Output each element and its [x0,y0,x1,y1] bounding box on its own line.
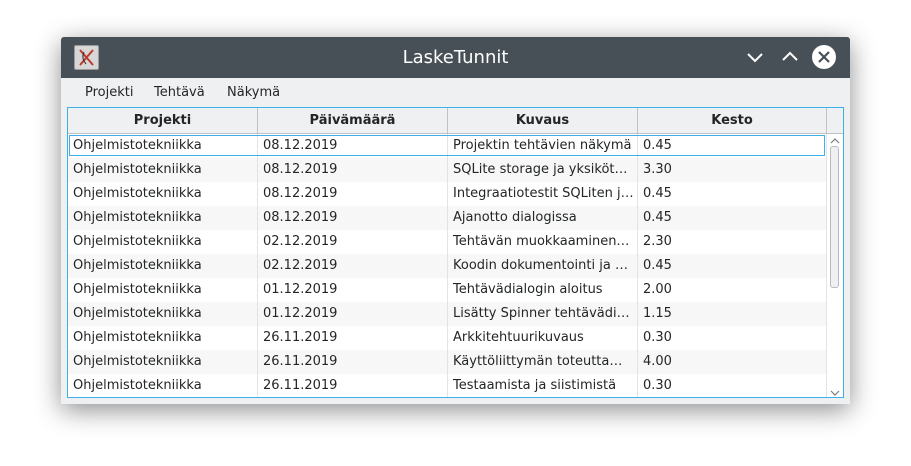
menu-tehtava[interactable]: Tehtävä [154,78,205,106]
cell-projekti[interactable]: Ohjelmistotekniikka [68,350,258,374]
cell-paivamaara[interactable]: 01.12.2019 [258,302,448,326]
table-row[interactable]: Ohjelmistotekniikka 02.12.2019 Tehtävän mu… [68,230,827,254]
scroll-up-icon[interactable] [829,136,841,146]
cell-kuvaus[interactable]: Integraatiotestit SQLiten j… [448,182,638,206]
minimize-button[interactable] [743,45,767,69]
table-row[interactable]: Ohjelmistotekniikka 08.12.2019 Projektin t… [68,134,827,158]
cell-kesto[interactable]: 0.45 [638,182,827,206]
cell-kesto[interactable]: 0.30 [638,374,827,397]
cell-projekti[interactable]: Ohjelmistotekniikka [68,374,258,397]
column-header-kuvaus[interactable]: Kuvaus [448,108,638,133]
title-bar[interactable]: LaskeTunnit [61,37,850,78]
table-row[interactable]: Ohjelmistotekniikka 08.12.2019 SQLite stor… [68,158,827,182]
table-row[interactable]: Ohjelmistotekniikka 01.12.2019 Tehtävädial… [68,278,827,302]
cell-kuvaus[interactable]: SQLite storage ja yksiköt… [448,158,638,182]
cell-paivamaara[interactable]: 26.11.2019 [258,326,448,350]
close-button[interactable] [811,44,837,70]
cell-paivamaara[interactable]: 08.12.2019 [258,134,448,158]
cell-kesto[interactable]: 4.00 [638,350,827,374]
menu-nakyma[interactable]: Näkymä [227,78,280,106]
cell-kesto[interactable]: 0.45 [638,206,827,230]
cell-paivamaara[interactable]: 01.12.2019 [258,278,448,302]
cell-kuvaus[interactable]: Arkkitehtuurikuvaus [448,326,638,350]
cell-kesto[interactable]: 0.45 [638,254,827,278]
chevron-down-icon [747,53,763,63]
cell-paivamaara[interactable]: 26.11.2019 [258,350,448,374]
app-window: LaskeTunnit Projekti Tehtävä Näkymä Proj… [61,37,850,404]
cell-kuvaus[interactable]: Tehtävädialogin aloitus [448,278,638,302]
cell-projekti[interactable]: Ohjelmistotekniikka [68,182,258,206]
table-header: Projekti Päivämäärä Kuvaus Kesto [68,108,843,134]
cell-kuvaus[interactable]: Käyttöliittymän toteutta… [448,350,638,374]
cell-projekti[interactable]: Ohjelmistotekniikka [68,230,258,254]
table-row[interactable]: Ohjelmistotekniikka 08.12.2019 Integraatio… [68,182,827,206]
menu-bar: Projekti Tehtävä Näkymä [61,78,850,106]
scrollbar-track[interactable] [829,146,841,388]
cell-kuvaus[interactable]: Koodin dokumentointi ja … [448,254,638,278]
cell-kesto[interactable]: 3.30 [638,158,827,182]
cell-paivamaara[interactable]: 02.12.2019 [258,230,448,254]
menu-projekti[interactable]: Projekti [85,78,133,106]
cell-projekti[interactable]: Ohjelmistotekniikka [68,158,258,182]
cell-projekti[interactable]: Ohjelmistotekniikka [68,254,258,278]
cell-kesto[interactable]: 0.45 [638,134,827,158]
cell-kuvaus[interactable]: Tehtävän muokkaaminen… [448,230,638,254]
scrollbar-thumb[interactable] [830,146,839,288]
column-header-kesto[interactable]: Kesto [638,108,827,133]
cell-paivamaara[interactable]: 08.12.2019 [258,182,448,206]
scroll-down-icon[interactable] [829,388,841,398]
cell-projekti[interactable]: Ohjelmistotekniikka [68,278,258,302]
column-header-projekti[interactable]: Projekti [68,108,258,133]
cell-kesto[interactable]: 2.30 [638,230,827,254]
table-row[interactable]: Ohjelmistotekniikka 26.11.2019 Testaamista… [68,374,827,397]
close-icon [812,45,836,69]
vertical-scrollbar[interactable] [827,134,843,398]
table-row[interactable]: Ohjelmistotekniikka 08.12.2019 Ajanotto di… [68,206,827,230]
cell-kesto[interactable]: 0.30 [638,326,827,350]
table-row[interactable]: Ohjelmistotekniikka 02.12.2019 Koodin doku… [68,254,827,278]
cell-kuvaus[interactable]: Ajanotto dialogissa [448,206,638,230]
maximize-button[interactable] [778,45,802,69]
cell-paivamaara[interactable]: 08.12.2019 [258,158,448,182]
cell-kesto[interactable]: 1.15 [638,302,827,326]
cell-kuvaus[interactable]: Testaamista ja siistimistä [448,374,638,397]
cell-projekti[interactable]: Ohjelmistotekniikka [68,302,258,326]
cell-kesto[interactable]: 2.00 [638,278,827,302]
table-body: Ohjelmistotekniikka 08.12.2019 Projektin t… [68,134,827,397]
column-header-paivamaara[interactable]: Päivämäärä [258,108,448,133]
cell-kuvaus[interactable]: Lisätty Spinner tehtävädi… [448,302,638,326]
task-table[interactable]: Projekti Päivämäärä Kuvaus Kesto Ohjelmi… [67,107,844,398]
table-row[interactable]: Ohjelmistotekniikka 26.11.2019 Käyttöliitt… [68,350,827,374]
cell-paivamaara[interactable]: 08.12.2019 [258,206,448,230]
cell-projekti[interactable]: Ohjelmistotekniikka [68,326,258,350]
cell-projekti[interactable]: Ohjelmistotekniikka [68,134,258,158]
chevron-up-icon [782,51,798,61]
table-row[interactable]: Ohjelmistotekniikka 26.11.2019 Arkkitehtuu… [68,326,827,350]
window-title: LaskeTunnit [402,47,509,68]
cell-paivamaara[interactable]: 26.11.2019 [258,374,448,397]
cell-kuvaus[interactable]: Projektin tehtävien näkymä [448,134,638,158]
table-row[interactable]: Ohjelmistotekniikka 01.12.2019 Lisätty Spi… [68,302,827,326]
cell-paivamaara[interactable]: 02.12.2019 [258,254,448,278]
cell-projekti[interactable]: Ohjelmistotekniikka [68,206,258,230]
